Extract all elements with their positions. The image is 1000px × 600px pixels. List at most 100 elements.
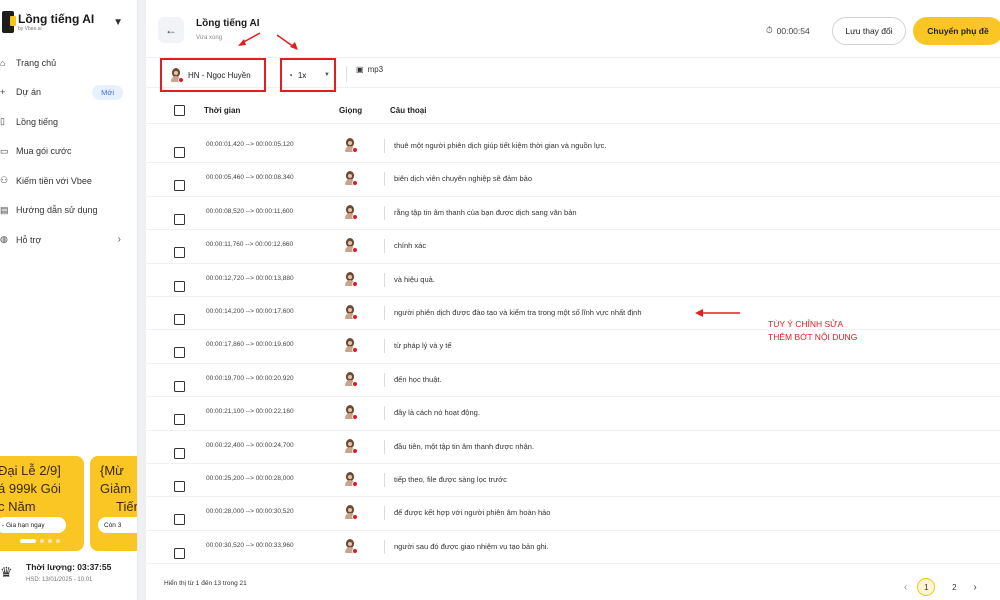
support-icon: ◍ [0, 234, 8, 245]
row-checkbox[interactable] [174, 480, 185, 492]
next-page-icon[interactable]: › [973, 582, 976, 593]
row-text[interactable]: rằng tập tin âm thanh của bạn được dịch … [394, 208, 577, 217]
table-row[interactable]: 00:00:30,520 --> 00:00:33,960 người sau … [146, 531, 1000, 565]
row-text[interactable]: chính xác [394, 241, 426, 250]
sidebar-item-dubbing[interactable]: ▯ Lồng tiếng [0, 107, 137, 137]
row-checkbox[interactable] [174, 380, 185, 392]
duration-label: Thời lượng: 03:37:55 [26, 562, 112, 572]
voice-avatar[interactable] [344, 438, 358, 454]
divider [384, 172, 385, 187]
voice-avatar[interactable] [344, 371, 358, 387]
row-checkbox[interactable] [174, 180, 185, 192]
voice-avatar[interactable] [344, 271, 358, 287]
back-button[interactable]: ← [158, 17, 184, 43]
sidebar-item-support[interactable]: ◍ Hỗ trợ › [0, 225, 137, 255]
divider [384, 139, 385, 153]
row-text[interactable]: người phiên dịch được đào tạo và kiểm tr… [394, 308, 642, 317]
row-text[interactable]: đầu tiên, một tập tin âm thanh được nhận… [394, 442, 534, 451]
promo-line: Đại Lễ 2/9] [0, 463, 61, 478]
speed-select[interactable]: ◔ 1x ▼ [280, 58, 336, 92]
voice-avatar[interactable] [344, 238, 358, 254]
row-text[interactable]: tiếp theo, file được sàng lọc trước [394, 475, 507, 484]
promo-banner[interactable]: Đại Lễ 2/9] á 999k Gói c Năm - Gia hạn n… [0, 456, 84, 551]
voice-avatar[interactable] [344, 138, 358, 153]
row-text[interactable]: và hiệu quả. [394, 275, 435, 284]
row-checkbox[interactable] [174, 547, 185, 559]
sidebar-item-home[interactable]: ⌂ Trang chủ [0, 48, 137, 78]
brand-sub: by Vbee.ai [18, 25, 42, 32]
select-all-checkbox[interactable] [174, 105, 185, 116]
table-row[interactable]: 00:00:14,200 --> 00:00:17,600 người phiê… [146, 297, 1000, 331]
voice-avatar[interactable] [344, 304, 358, 320]
promo-renew-button[interactable]: - Gia hạn ngay [0, 517, 66, 533]
divider [384, 205, 385, 220]
voice-select[interactable]: HN - Ngọc Huyền [160, 58, 266, 92]
save-button[interactable]: Lưu thay đổi [832, 17, 906, 45]
sidebar-item-earn[interactable]: ⚇ Kiếm tiền với Vbee [0, 166, 137, 196]
row-checkbox[interactable] [174, 347, 185, 359]
page-button[interactable]: 1 [917, 578, 936, 596]
chevron-down-icon[interactable]: ▼ [113, 17, 123, 28]
speed-value: 1x [297, 70, 307, 80]
sidebar-item-guide[interactable]: ▤ Hướng dẫn sử dụng [0, 196, 137, 226]
row-text[interactable]: biên dịch viên chuyên nghiệp sẽ đảm bảo [394, 174, 532, 183]
row-checkbox[interactable] [174, 447, 185, 459]
voice-avatar[interactable] [344, 538, 358, 554]
row-checkbox[interactable] [174, 280, 185, 292]
voice-avatar[interactable] [344, 505, 358, 521]
table-row[interactable]: 00:00:17,860 --> 00:00:19,600 từ pháp lý… [146, 330, 1000, 364]
convert-subtitle-button[interactable]: Chuyển phụ đề [913, 17, 1000, 45]
row-text[interactable]: đây là cách nó hoạt động. [394, 408, 480, 417]
save-status: Vừa xong [196, 35, 223, 41]
promo-banner-next[interactable]: {Mừ Giảm Tiến Còn 3 [90, 456, 137, 551]
row-checkbox[interactable] [174, 313, 185, 325]
page-button[interactable]: 2 [945, 578, 963, 596]
row-checkbox[interactable] [174, 247, 185, 259]
brand[interactable]: Lồng tiếng AI by Vbee.ai ▼ [0, 0, 137, 44]
column-header-time: Thời gian [204, 106, 241, 115]
table-body: 00:00:01,420 --> 00:00:05,120 thuê một n… [146, 130, 1000, 565]
table-row[interactable]: 00:00:25,200 --> 00:00:28,000 tiếp theo,… [146, 464, 1000, 498]
row-checkbox[interactable] [174, 213, 185, 225]
table-row[interactable]: 00:00:08,520 --> 00:00:11,600 rằng tập t… [146, 197, 1000, 231]
speed-icon: ◔ [288, 70, 293, 80]
row-time: 00:00:22,400 --> 00:00:24,700 [206, 441, 294, 449]
row-text[interactable]: thuê một người phiên dịch giúp tiết kiệm… [394, 141, 607, 150]
table-row[interactable]: 00:00:22,400 --> 00:00:24,700 đầu tiên, … [146, 431, 1000, 464]
row-checkbox[interactable] [174, 414, 185, 426]
row-text[interactable]: đến học thuật. [394, 375, 442, 384]
timer-value: 00:00:54 [776, 25, 810, 36]
row-text[interactable]: để được kết hợp với người phiên âm hoàn … [394, 508, 550, 517]
table-row[interactable]: 00:00:19,700 --> 00:00:20,920 đến học th… [146, 364, 1000, 398]
voice-avatar[interactable] [344, 204, 358, 220]
row-text[interactable]: người sau đó được giao nhiệm vụ tạo bản … [394, 542, 549, 551]
row-time: 00:00:28,000 --> 00:00:30,520 [206, 508, 294, 516]
promo-button[interactable]: Còn 3 [98, 517, 137, 533]
carousel-dot[interactable] [20, 539, 36, 543]
table-row[interactable]: 00:00:11,760 --> 00:00:12,660 chính xác [146, 230, 1000, 264]
row-checkbox[interactable] [174, 514, 185, 526]
format-select[interactable]: ▣ mp3 [356, 65, 383, 74]
row-text[interactable]: từ pháp lý và y tế [394, 341, 452, 350]
row-checkbox[interactable] [174, 147, 185, 158]
voice-avatar[interactable] [344, 471, 358, 487]
table-row[interactable]: 00:00:21,100 --> 00:00:22,160 đây là các… [146, 397, 1000, 431]
voice-avatar[interactable] [344, 405, 358, 421]
table-row[interactable]: 00:00:05,460 --> 00:00:08,340 biên dịch … [146, 163, 1000, 197]
voice-avatar[interactable] [344, 171, 358, 187]
table-row[interactable]: 00:00:12,720 --> 00:00:13,880 và hiệu qu… [146, 264, 1000, 297]
carousel-dot[interactable] [56, 539, 60, 543]
sidebar-item-buy-package[interactable]: ▭ Mua gói cước [0, 137, 137, 167]
top-bar: ← Lồng tiếng AI Vừa xong ⏱ 00:00:54 Lưu … [146, 0, 1000, 58]
pagination: ‹ 1 2 › [904, 578, 977, 596]
table-row[interactable]: 00:00:01,420 --> 00:00:05,120 thuê một n… [146, 130, 1000, 164]
carousel-dots[interactable] [20, 539, 60, 543]
prev-page-icon[interactable]: ‹ [904, 582, 907, 593]
carousel-dot[interactable] [48, 539, 52, 543]
voice-avatar[interactable] [344, 338, 358, 354]
sidebar-item-projects[interactable]: + Dự án Mới [0, 78, 137, 108]
table-row[interactable]: 00:00:28,000 --> 00:00:30,520 để được kế… [146, 497, 1000, 531]
divider [384, 439, 385, 454]
sidebar-item-label: Mua gói cước [16, 146, 72, 157]
carousel-dot[interactable] [40, 539, 44, 543]
